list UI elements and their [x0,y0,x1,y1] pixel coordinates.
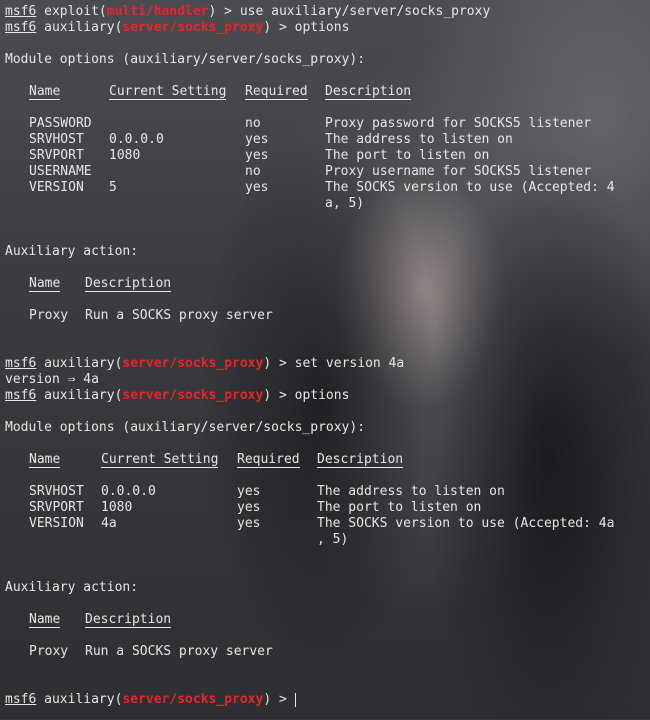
module-options-table-2: Name Current Setting Required Descriptio… [29,452,614,548]
msf-prompt: msf6 [5,356,37,371]
header-description: Description [317,452,404,468]
command-text: options [294,388,350,403]
module-options-heading: Module options (auxiliary/server/socks_p… [5,52,366,67]
header-required: Required [237,452,300,468]
table-row: SRVPORT 1080 yes The port to listen on [29,500,482,515]
header-description: Description [325,84,412,100]
table-row: VERSION 4a yes The SOCKS version to use (Ac… [29,516,615,531]
table-row: Proxy Run a SOCKS proxy server [29,308,273,323]
table-row-wrap: a, 5) [325,196,365,211]
table-row-wrap: , 5) [317,532,349,547]
table-row: PASSWORD no Proxy password for SOCKS5 list… [29,116,592,131]
table-row: SRVHOST 0.0.0.0 yes The address to listen o… [29,484,505,499]
msf-prompt: msf6 [5,692,37,707]
table-row: Proxy Run a SOCKS proxy server [29,644,273,659]
table-row: SRVHOST 0.0.0.0 yes The address to listen o… [29,132,513,147]
header-name: Name [29,612,61,628]
terminal-output[interactable]: msf6 exploit(multi/handler) > use auxili… [0,0,650,719]
table-header-row: Name Description [29,276,273,292]
module-options-table: Name Current Setting Required Descriptio… [29,84,615,212]
command-text: options [294,20,350,35]
table-header-row: Name Current Setting Required Descriptio… [29,452,614,468]
header-current-setting: Current Setting [109,84,227,100]
auxiliary-action-table: Name Description Proxy Run a SOCKS proxy … [29,276,273,324]
table-row: SRVPORT 1080 yes The port to listen on [29,148,490,163]
table-row: VERSION 5 yes The SOCKS version to use (Acc… [29,180,615,195]
prompt-line-1: msf6 exploit(multi/handler) > use auxili… [5,4,491,19]
prompt-line-4: msf6 auxiliary(server/socks_proxy) > opt… [5,388,350,403]
auxiliary-action-heading: Auxiliary action: [5,580,139,595]
table-header-row: Name Description [29,612,273,628]
header-name: Name [29,276,61,292]
table-header-row: Name Current Setting Required Descriptio… [29,84,615,100]
prompt-line-3: msf6 auxiliary(server/socks_proxy) > set… [5,356,405,371]
header-name: Name [29,84,61,100]
module-options-heading: Module options (auxiliary/server/socks_p… [5,420,366,435]
msf-prompt: msf6 [5,388,37,403]
header-current-setting: Current Setting [101,452,219,468]
msf-prompt: msf6 [5,4,37,19]
auxiliary-action-heading: Auxiliary action: [5,244,139,259]
header-name: Name [29,452,61,468]
prompt-line-2: msf6 auxiliary(server/socks_proxy) > opt… [5,20,350,35]
header-description: Description [85,276,172,292]
msf-prompt: msf6 [5,20,37,35]
module-name: server/socks_proxy [122,692,264,707]
auxiliary-action-table-2: Name Description Proxy Run a SOCKS proxy … [29,612,273,660]
header-description: Description [85,612,172,628]
text-cursor [294,692,296,707]
module-name: server/socks_proxy [122,356,264,371]
module-name: server/socks_proxy [122,388,264,403]
module-name: multi/handler [106,4,209,19]
set-result-line: version ⇒ 4a [5,372,99,387]
table-row: USERNAME no Proxy username for SOCKS5 list… [29,164,592,179]
command-text: set version 4a [294,356,405,371]
prompt-line-5[interactable]: msf6 auxiliary(server/socks_proxy) > [5,692,650,708]
header-required: Required [245,84,308,100]
command-text: use auxiliary/server/socks_proxy [239,4,491,19]
module-name: server/socks_proxy [122,20,264,35]
